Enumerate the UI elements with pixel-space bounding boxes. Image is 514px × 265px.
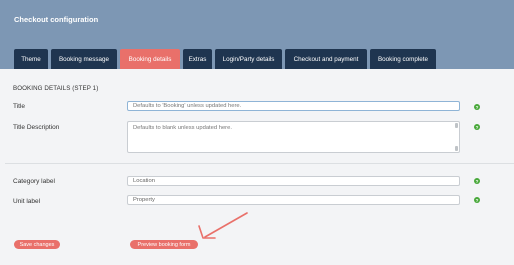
red-arrow-icon — [198, 212, 248, 239]
